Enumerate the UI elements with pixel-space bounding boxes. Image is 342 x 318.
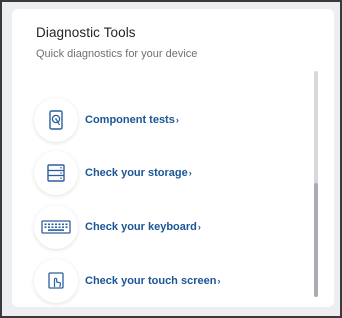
check-keyboard-link[interactable]: Check your keyboard›	[85, 221, 201, 233]
list-item-check-storage[interactable]: Check your storage›	[34, 148, 192, 198]
window-frame: Diagnostic Tools Quick diagnostics for y…	[0, 0, 342, 318]
keyboard-icon	[34, 205, 78, 249]
panel-subtitle: Quick diagnostics for your device	[36, 48, 198, 60]
check-touch-screen-link[interactable]: Check your touch screen›	[85, 275, 220, 287]
scrollbar-thumb[interactable]	[314, 183, 318, 297]
panel-title: Diagnostic Tools	[36, 25, 136, 40]
storage-icon	[34, 151, 78, 195]
chevron-right-icon: ›	[175, 115, 179, 125]
check-storage-link[interactable]: Check your storage›	[85, 167, 192, 179]
list-item-check-keyboard[interactable]: Check your keyboard›	[34, 202, 201, 252]
chevron-right-icon: ›	[217, 276, 221, 286]
diagnostic-list[interactable]: Component tests› Check your storage› Che…	[12, 85, 334, 307]
list-item-check-touch-screen[interactable]: Check your touch screen›	[34, 256, 220, 306]
list-item-component-tests[interactable]: Component tests›	[34, 95, 179, 145]
touch-screen-icon	[34, 259, 78, 303]
chevron-right-icon: ›	[197, 222, 201, 232]
hard-drive-icon	[34, 98, 78, 142]
scrollbar-track[interactable]	[314, 71, 318, 297]
chevron-right-icon: ›	[188, 168, 192, 178]
component-tests-link[interactable]: Component tests›	[85, 114, 179, 126]
diagnostic-tools-panel: Diagnostic Tools Quick diagnostics for y…	[12, 9, 334, 307]
